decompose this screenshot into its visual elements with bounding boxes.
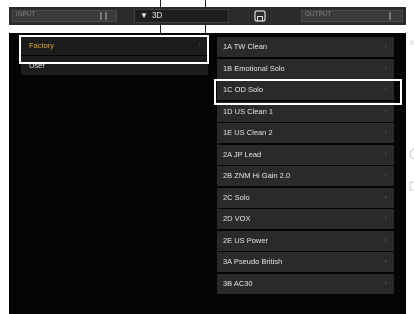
preset-label: 2C Solo bbox=[223, 192, 250, 202]
preset-label: 2A JP Lead bbox=[223, 149, 262, 159]
preset-label: 1C OD Solo bbox=[223, 85, 264, 94]
chevron-right-icon: › bbox=[384, 64, 387, 72]
folder-item-user[interactable]: User bbox=[21, 56, 208, 76]
list-item[interactable]: 1C OD Solo › bbox=[217, 80, 394, 100]
chevron-right-icon: › bbox=[384, 43, 387, 50]
chevron-right-icon: › bbox=[384, 236, 387, 244]
preset-select-value: 3D bbox=[152, 11, 163, 20]
chevron-right-icon: › bbox=[384, 215, 387, 222]
preset-browser: Factory › User 1A TW Clean › 1B Emotional… bbox=[9, 33, 406, 314]
list-item[interactable]: 2A JP Lead › bbox=[217, 144, 394, 165]
input-label: INPUT bbox=[16, 12, 36, 18]
folder-item-label: Factory bbox=[29, 41, 55, 50]
delete-icon[interactable] bbox=[407, 180, 414, 192]
close-icon[interactable]: × bbox=[409, 38, 414, 49]
dropdown-triangle-icon: ▼ bbox=[140, 11, 148, 20]
preset-label: 3A Pseudo British bbox=[223, 257, 283, 266]
list-item[interactable]: 1A TW Clean › bbox=[217, 37, 394, 57]
list-item[interactable]: 2C Solo › bbox=[217, 187, 394, 208]
preset-label: 2D VOX bbox=[223, 214, 251, 223]
preset-label: 1A TW Clean bbox=[223, 42, 268, 51]
preset-label: 1B Emotional Solo bbox=[223, 63, 285, 73]
chevron-right-icon: › bbox=[384, 107, 387, 115]
add-icon[interactable] bbox=[407, 148, 414, 160]
save-button[interactable] bbox=[253, 9, 267, 22]
chevron-right-icon: › bbox=[198, 42, 201, 49]
list-item[interactable]: 2E US Power › bbox=[217, 230, 394, 251]
preset-label: 3B AC30 bbox=[223, 278, 253, 288]
save-icon bbox=[254, 10, 266, 22]
list-item[interactable]: 1D US Clean 1 › bbox=[217, 101, 394, 122]
folder-list: Factory › User bbox=[21, 36, 208, 76]
list-item[interactable]: 2D VOX › bbox=[217, 209, 394, 229]
preset-label: 1E US Clean 2 bbox=[223, 128, 273, 137]
list-item[interactable]: 1B Emotional Solo › bbox=[217, 58, 394, 79]
chevron-right-icon: › bbox=[384, 129, 387, 136]
list-item[interactable]: 2B ZNM Hi Gain 2.0 › bbox=[217, 166, 394, 186]
preset-select[interactable]: ▼ 3D bbox=[134, 9, 229, 23]
preset-label: 2E US Power bbox=[223, 235, 269, 245]
chevron-right-icon: › bbox=[384, 258, 387, 265]
list-item[interactable]: 3B AC30 › bbox=[217, 273, 394, 294]
top-toolbar: INPUT ▼ 3D OUTPUT bbox=[9, 7, 406, 25]
preset-label: 1D US Clean 1 bbox=[223, 106, 274, 116]
chevron-right-icon: › bbox=[384, 279, 387, 287]
preset-label: 2B ZNM Hi Gain 2.0 bbox=[223, 171, 291, 180]
chevron-right-icon: › bbox=[384, 172, 387, 179]
chevron-right-icon: › bbox=[384, 193, 387, 201]
folder-item-label: User bbox=[29, 61, 45, 70]
output-meter[interactable]: OUTPUT bbox=[301, 10, 403, 22]
list-item[interactable]: 1E US Clean 2 › bbox=[217, 123, 394, 143]
chevron-right-icon: › bbox=[384, 86, 387, 93]
output-label: OUTPUT bbox=[305, 12, 332, 18]
preset-list: 1A TW Clean › 1B Emotional Solo › 1C OD So… bbox=[217, 37, 394, 295]
list-item[interactable]: 3A Pseudo British › bbox=[217, 252, 394, 272]
folder-item-factory[interactable]: Factory › bbox=[21, 36, 208, 56]
input-meter[interactable]: INPUT bbox=[12, 10, 117, 22]
chevron-right-icon: › bbox=[384, 150, 387, 158]
